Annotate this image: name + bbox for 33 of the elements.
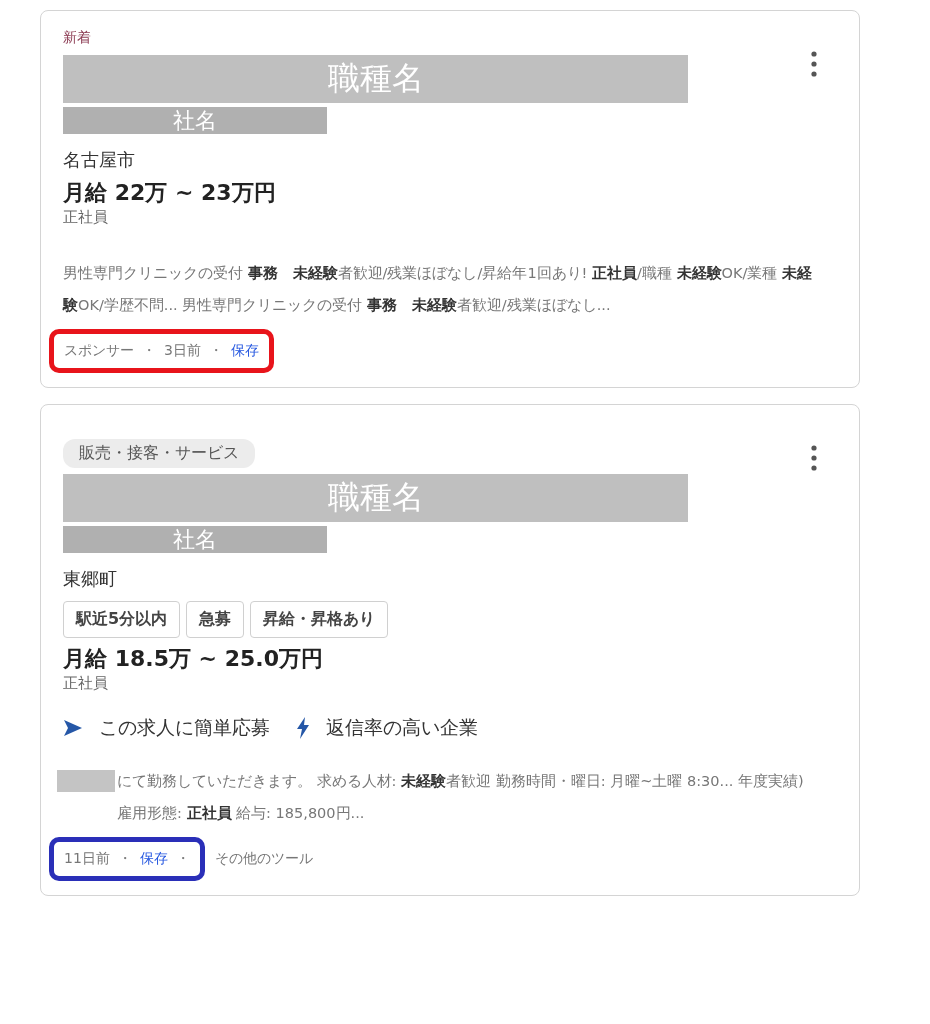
- salary: 月給 18.5万 ~ 25.0万円: [63, 645, 324, 673]
- footer-text: 3日前: [164, 342, 201, 360]
- footer-text: 11日前: [64, 850, 110, 868]
- company-name-redaction: 社名: [63, 107, 327, 134]
- tag: 昇給・昇格あり: [250, 601, 389, 638]
- job-title-redaction: 職種名: [63, 55, 688, 103]
- category-chip: 販売・接客・サービス: [63, 439, 255, 468]
- job-snippet: 男性専門クリニックの受付 事務 未経験者歓迎/残業ほぼなし/昇給年1回あり! 正社員/職種 未経験OK/業種 未経験OK/学歴不問... 男性専門クリニックの受付 事務 未経験者歓迎/残業ほぼなし...: [63, 264, 813, 315]
- tag: 駅近5分以内: [63, 601, 181, 638]
- separator-dot: ・: [208, 342, 223, 360]
- new-label: 新着: [63, 29, 91, 47]
- feature-text: 返信率の高い企業: [326, 715, 478, 740]
- lightning-icon: [296, 717, 310, 739]
- footer-text[interactable]: その他のツール: [214, 850, 313, 868]
- company-name-redaction: 社名: [63, 526, 327, 553]
- location: 名古屋市: [63, 148, 136, 172]
- send-icon: [63, 718, 83, 738]
- more-options-icon[interactable]: [811, 51, 817, 77]
- salary: 月給 22万 ~ 23万円: [63, 179, 277, 207]
- job-snippet: にて勤務していただきます。 求める人材: 未経験者歓迎 勤務時間・曜日: 月曜~土曜 8:30... 年度実績) 雇用形態: 正社員 給与: 185,800円...: [117, 772, 805, 823]
- more-options-icon[interactable]: [811, 445, 817, 471]
- footer-text: スポンサー: [64, 342, 134, 360]
- job-title-redaction: 職種名: [63, 474, 688, 522]
- separator-dot: ・: [142, 342, 156, 360]
- employment-type: 正社員: [63, 674, 109, 693]
- save-link[interactable]: 保存: [139, 850, 168, 868]
- feature-text: この求人に簡単応募: [99, 715, 270, 740]
- separator-dot: ・: [117, 850, 132, 868]
- tag: 急募: [186, 601, 245, 638]
- save-link[interactable]: 保存: [230, 342, 259, 360]
- location: 東郷町: [63, 567, 118, 591]
- employment-type: 正社員: [63, 208, 109, 227]
- separator-dot: ・: [175, 850, 190, 868]
